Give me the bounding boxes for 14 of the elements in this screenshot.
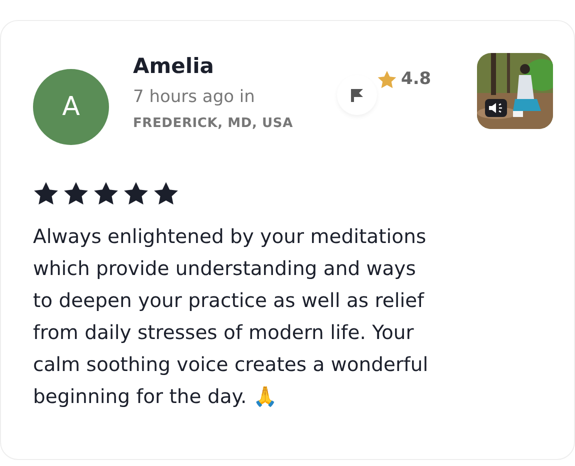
star-icon: [33, 181, 59, 207]
star-icon: [377, 70, 397, 90]
rating-value: 4.8: [401, 68, 432, 91]
review-time: 7 hours ago in: [133, 86, 256, 108]
speaker-icon[interactable]: [485, 99, 508, 117]
star-icon: [123, 181, 149, 207]
star-icon: [63, 181, 89, 207]
star-icon: [93, 181, 119, 207]
review-text: Always enlightened by your meditations which provide understanding and ways to deepen your practice as well as relief from daily stresses of modern life. Your calm soothing voice creates a wonderful beginning for the day. 🙏: [33, 224, 430, 410]
flag-icon: [349, 87, 365, 103]
star-icon: [153, 181, 179, 207]
reviewer-name: Amelia: [133, 53, 215, 80]
avatar: A: [33, 69, 109, 145]
review-location: FREDERICK, MD, USA: [133, 115, 294, 133]
